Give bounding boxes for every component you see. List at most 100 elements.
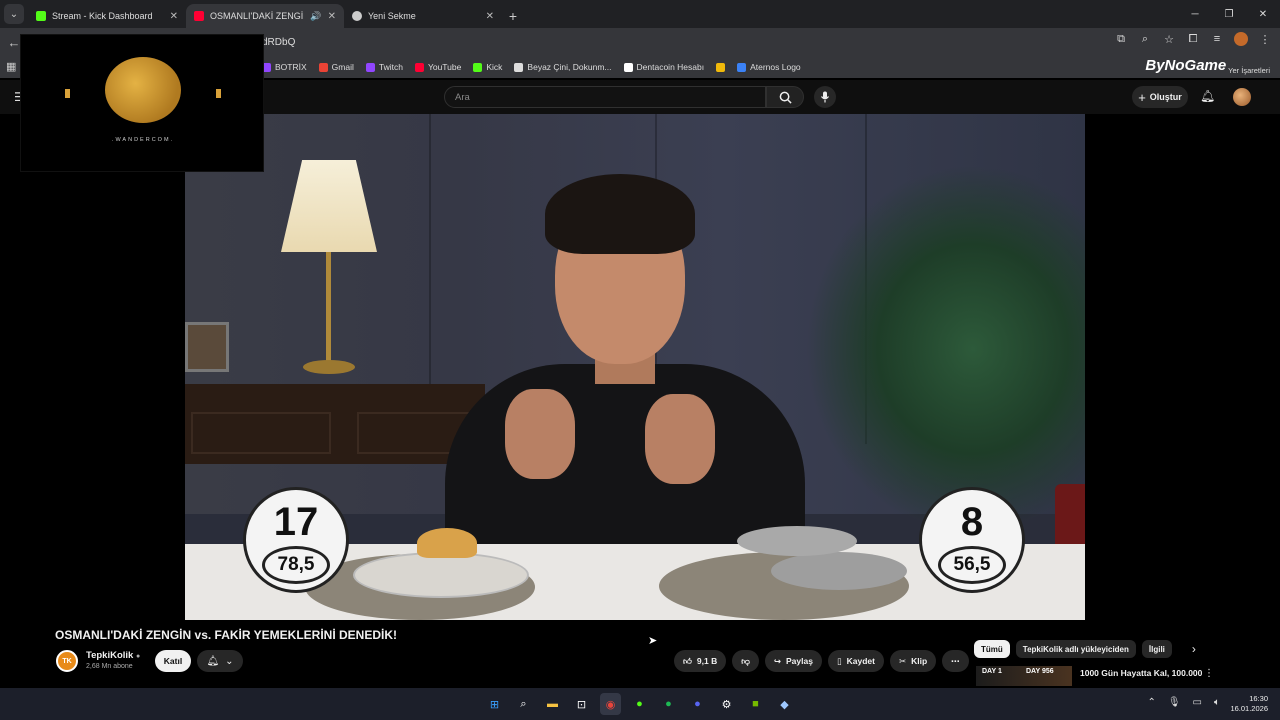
bookmark-item[interactable]: Aternos Logo xyxy=(737,62,801,72)
tab-search-icon[interactable]: ⌄ xyxy=(4,4,24,24)
video-player[interactable]: 17 78,5 8 56,5 xyxy=(185,114,1085,620)
scissors-icon: ✂ xyxy=(898,655,907,666)
spotify-icon[interactable]: ● xyxy=(658,693,679,715)
bynogame-logo: ByNoGame xyxy=(1145,57,1227,74)
chip-uploader[interactable]: TepkiKolik adlı yükleyiciden xyxy=(1015,640,1136,658)
file-explorer-icon[interactable]: ▬ xyxy=(542,693,563,715)
kick-favicon-icon xyxy=(36,11,46,21)
account-avatar[interactable] xyxy=(1233,88,1251,106)
system-tray: ⌃ 🎙︎ ▭ 🔈︎ xyxy=(1147,697,1220,708)
search-input[interactable]: Ara xyxy=(444,86,766,108)
bookmark-label: Dentacoin Hesabı xyxy=(636,62,705,72)
bookmark-item[interactable]: YouTube xyxy=(414,62,461,72)
kick-app-icon[interactable]: ● xyxy=(629,693,650,715)
browser-tab-strip: ⌄ Stream - Kick Dashboard ✕ OSMANLI'DAKİ… xyxy=(0,0,1280,28)
tab-new-tab[interactable]: Yeni Sekme ✕ xyxy=(344,4,502,28)
steam-icon[interactable]: ◆ xyxy=(774,693,795,715)
chevron-right-icon[interactable]: › xyxy=(1192,642,1196,656)
settings-gear-icon[interactable]: ⚙ xyxy=(716,693,737,715)
microphone-icon[interactable]: 🎙︎ xyxy=(1168,697,1181,708)
notifications-bell-icon[interactable]: 🔔︎ xyxy=(1200,89,1215,103)
recommended-video[interactable]: DAY 1 DAY 956 1000 Gün Hayatta Kal, 100.… xyxy=(976,666,1226,686)
more-horizontal-icon: ⋯ xyxy=(951,655,960,666)
media-controls-icon[interactable]: ≡ xyxy=(1210,32,1224,46)
system-clock[interactable]: 16:30 16.01.2026 xyxy=(1230,694,1268,714)
bookmark-item[interactable]: Dentacoin Hesabı xyxy=(623,62,705,72)
food-dish xyxy=(417,528,477,558)
chip-related[interactable]: İlgili xyxy=(1141,640,1172,658)
chip-all[interactable]: Tümü xyxy=(974,640,1010,658)
bell-icon: 🔔︎ xyxy=(206,655,220,667)
bookmark-favicon-icon xyxy=(737,62,747,72)
recommended-thumbnail: DAY 1 DAY 956 xyxy=(976,666,1072,686)
score-right-small: 56,5 xyxy=(938,546,1006,584)
more-actions-button[interactable]: ⋯ xyxy=(942,650,969,672)
extensions-icon[interactable]: ⧠ xyxy=(1186,32,1200,46)
thumb-day-right: DAY 956 xyxy=(1026,668,1054,675)
speaker-icon[interactable]: 🔊 xyxy=(310,11,321,22)
like-button[interactable]: 👍︎ 9,1 B xyxy=(674,650,727,672)
video-title: OSMANLI'DAKİ ZENGİN vs. FAKİR YEMEKLERİN… xyxy=(55,628,397,642)
profile-avatar-icon[interactable] xyxy=(1234,32,1248,46)
display-icon[interactable]: ▭ xyxy=(1193,697,1202,708)
tab-kick-dashboard[interactable]: Stream - Kick Dashboard ✕ xyxy=(28,4,186,28)
channel-avatar[interactable]: TK xyxy=(56,650,78,672)
more-vertical-icon[interactable]: ⋮ xyxy=(1204,668,1214,679)
bookmark-star-icon[interactable]: ☆ xyxy=(1162,32,1176,46)
close-window-icon[interactable]: ✕ xyxy=(1246,0,1280,28)
apps-grid-icon[interactable]: ▦ xyxy=(6,60,16,73)
search-icon[interactable]: ⌕ xyxy=(513,693,534,715)
voice-search-button[interactable] xyxy=(814,86,836,108)
plate xyxy=(353,552,529,598)
more-menu-icon[interactable]: ⋮ xyxy=(1258,32,1272,46)
share-label: Paylaş xyxy=(785,656,813,666)
chevron-down-icon: ⌄ xyxy=(225,655,234,667)
filter-chips: Tümü TepkiKolik adlı yükleyiciden İlgili… xyxy=(974,640,1196,658)
bookmark-item[interactable]: Kick xyxy=(473,62,502,72)
save-button[interactable]: ▯ Kaydet xyxy=(827,650,884,672)
create-button[interactable]: + Oluştur xyxy=(1132,86,1188,108)
tab-youtube-video[interactable]: OSMANLI'DAKİ ZENGİN vs. 🔊 ✕ xyxy=(186,4,344,28)
bookmark-label: Twitch xyxy=(378,62,403,72)
chrome-icon[interactable]: ◉ xyxy=(600,693,621,715)
bookmark-favicon-icon xyxy=(514,62,524,72)
subscription-bell-button[interactable]: 🔔︎ ⌄ xyxy=(197,650,243,672)
bookmark-list: BOTRİX Gmail Twitch YouTube Kick Beyaz Çini, … xyxy=(262,56,801,78)
nvidia-icon[interactable]: ■ xyxy=(745,693,766,715)
thumbs-up-icon: 👍︎ xyxy=(683,655,692,666)
chevron-up-icon[interactable]: ⌃ xyxy=(1147,697,1155,708)
discord-icon[interactable]: ● xyxy=(687,693,708,715)
windows-taskbar: ⊞ ⌕ ▬ ⊡ ◉ ● ● ● ⚙ ■ ◆ ⌃ 🎙︎ ▭ 🔈︎ 16:30 16… xyxy=(0,688,1280,720)
bookmark-item[interactable]: Twitch xyxy=(365,62,403,72)
close-icon[interactable]: ✕ xyxy=(486,11,494,22)
close-icon[interactable]: ✕ xyxy=(328,11,336,22)
volume-icon[interactable]: 🔈︎ xyxy=(1214,697,1220,708)
restore-icon[interactable]: ❐ xyxy=(1212,0,1246,28)
start-windows-icon[interactable]: ⊞ xyxy=(484,693,505,715)
bookmark-item[interactable] xyxy=(716,62,726,72)
sideboard xyxy=(185,384,485,464)
bookmark-item[interactable]: Gmail xyxy=(318,62,354,72)
bookmarks-folder[interactable]: ByNoGame Yer İşaretleri xyxy=(1145,57,1270,77)
clip-label: Klip xyxy=(911,656,928,666)
bookmark-favicon-icon xyxy=(716,62,726,72)
share-button[interactable]: ↪ Paylaş xyxy=(764,650,822,672)
channel-name[interactable]: TepkiKolik ● xyxy=(86,650,140,661)
minimize-icon[interactable]: ─ xyxy=(1178,0,1212,28)
bookmark-label: Beyaz Çini, Dokunm... xyxy=(527,62,612,72)
join-button[interactable]: Katıl xyxy=(155,650,191,672)
clip-button[interactable]: ✂ Klip xyxy=(889,650,937,672)
search-button[interactable] xyxy=(766,86,804,108)
overlay-watermark: .WANDERCOM. xyxy=(111,137,175,143)
taskbar-apps: ⊞ ⌕ ▬ ⊡ ◉ ● ● ● ⚙ ■ ◆ xyxy=(484,693,795,715)
new-tab-plus-icon[interactable]: + xyxy=(502,5,524,27)
dislike-button[interactable]: 👎︎ xyxy=(732,650,759,672)
close-icon[interactable]: ✕ xyxy=(170,11,178,22)
microphone-icon xyxy=(821,91,829,103)
bookmark-item[interactable]: BOTRİX xyxy=(262,62,307,72)
store-icon[interactable]: ⊡ xyxy=(571,693,592,715)
zoom-icon[interactable]: ⌕ xyxy=(1138,32,1152,46)
bookmark-item[interactable]: Beyaz Çini, Dokunm... xyxy=(514,62,612,72)
install-app-icon[interactable]: ⧉ xyxy=(1114,32,1128,46)
address-bar[interactable]: dRDbQ xyxy=(254,32,1074,52)
